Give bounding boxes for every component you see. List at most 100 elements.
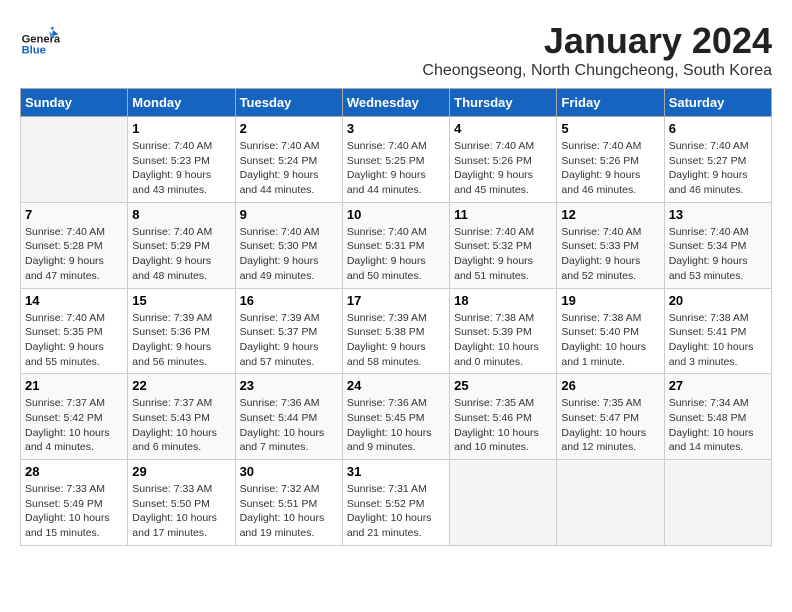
day-info: Sunrise: 7:38 AM Sunset: 5:39 PM Dayligh… (454, 311, 552, 370)
day-number: 12 (561, 207, 659, 222)
day-info: Sunrise: 7:39 AM Sunset: 5:37 PM Dayligh… (240, 311, 338, 370)
day-number: 18 (454, 293, 552, 308)
day-header-sunday: Sunday (21, 89, 128, 117)
logo: General Blue (20, 20, 60, 60)
calendar-cell: 26Sunrise: 7:35 AM Sunset: 5:47 PM Dayli… (557, 374, 664, 460)
day-info: Sunrise: 7:40 AM Sunset: 5:33 PM Dayligh… (561, 225, 659, 284)
day-number: 16 (240, 293, 338, 308)
day-header-thursday: Thursday (450, 89, 557, 117)
calendar-cell (664, 460, 771, 546)
calendar-cell: 22 Sunrise: 7:37 AM Sunset: 5:43 PM Dayli… (128, 374, 235, 460)
day-number: 21 (25, 378, 123, 393)
day-info: Sunrise: 7:40 AM Sunset: 5:29 PM Dayligh… (132, 225, 230, 284)
day-number: 4 (454, 121, 552, 136)
calendar-cell: 6Sunrise: 7:40 AM Sunset: 5:27 PM Daylig… (664, 117, 771, 203)
day-number: 20 (669, 293, 767, 308)
calendar-header-row: SundayMondayTuesdayWednesdayThursdayFrid… (21, 89, 772, 117)
day-number: 9 (240, 207, 338, 222)
logo-icon: General Blue (20, 20, 60, 60)
calendar-week-row: 28 Sunrise: 7:33 AM Sunset: 5:49 PM Dayli… (21, 460, 772, 546)
calendar-cell: 7 Sunrise: 7:40 AM Sunset: 5:28 PM Daylig… (21, 202, 128, 288)
day-info: Sunrise: 7:40 AM Sunset: 5:34 PM Dayligh… (669, 225, 767, 284)
day-info: Sunrise: 7:40 AM Sunset: 5:28 PM Dayligh… (25, 225, 123, 284)
svg-text:Blue: Blue (22, 45, 46, 57)
calendar-cell (557, 460, 664, 546)
day-number: 29 (132, 464, 230, 479)
day-info: Sunrise: 7:32 AM Sunset: 5:51 PM Dayligh… (240, 482, 338, 541)
day-info: Sunrise: 7:40 AM Sunset: 5:24 PM Dayligh… (240, 139, 338, 198)
day-info: Sunrise: 7:40 AM Sunset: 5:26 PM Dayligh… (561, 139, 659, 198)
day-number: 28 (25, 464, 123, 479)
calendar-cell: 4Sunrise: 7:40 AM Sunset: 5:26 PM Daylig… (450, 117, 557, 203)
day-number: 7 (25, 207, 123, 222)
calendar-week-row: 14 Sunrise: 7:40 AM Sunset: 5:35 PM Dayli… (21, 288, 772, 374)
day-info: Sunrise: 7:40 AM Sunset: 5:30 PM Dayligh… (240, 225, 338, 284)
calendar-cell: 21 Sunrise: 7:37 AM Sunset: 5:42 PM Dayli… (21, 374, 128, 460)
calendar-cell: 1 Sunrise: 7:40 AM Sunset: 5:23 PM Daylig… (128, 117, 235, 203)
day-info: Sunrise: 7:35 AM Sunset: 5:47 PM Dayligh… (561, 396, 659, 455)
calendar-cell (450, 460, 557, 546)
calendar-cell: 2 Sunrise: 7:40 AM Sunset: 5:24 PM Daylig… (235, 117, 342, 203)
day-info: Sunrise: 7:40 AM Sunset: 5:23 PM Dayligh… (132, 139, 230, 198)
day-info: Sunrise: 7:40 AM Sunset: 5:25 PM Dayligh… (347, 139, 445, 198)
day-info: Sunrise: 7:39 AM Sunset: 5:38 PM Dayligh… (347, 311, 445, 370)
day-number: 19 (561, 293, 659, 308)
day-info: Sunrise: 7:33 AM Sunset: 5:49 PM Dayligh… (25, 482, 123, 541)
calendar-cell (21, 117, 128, 203)
day-header-wednesday: Wednesday (342, 89, 449, 117)
calendar-cell: 10 Sunrise: 7:40 AM Sunset: 5:31 PM Dayli… (342, 202, 449, 288)
month-year-title: January 2024 (422, 20, 772, 62)
calendar-cell: 13 Sunrise: 7:40 AM Sunset: 5:34 PM Dayli… (664, 202, 771, 288)
calendar-cell: 31 Sunrise: 7:31 AM Sunset: 5:52 PM Dayli… (342, 460, 449, 546)
day-header-tuesday: Tuesday (235, 89, 342, 117)
day-number: 25 (454, 378, 552, 393)
day-number: 22 (132, 378, 230, 393)
day-number: 2 (240, 121, 338, 136)
calendar-cell: 12 Sunrise: 7:40 AM Sunset: 5:33 PM Dayli… (557, 202, 664, 288)
calendar-cell: 15Sunrise: 7:39 AM Sunset: 5:36 PM Dayli… (128, 288, 235, 374)
day-number: 10 (347, 207, 445, 222)
day-number: 24 (347, 378, 445, 393)
calendar-cell: 18 Sunrise: 7:38 AM Sunset: 5:39 PM Dayli… (450, 288, 557, 374)
day-number: 3 (347, 121, 445, 136)
calendar-cell: 30 Sunrise: 7:32 AM Sunset: 5:51 PM Dayli… (235, 460, 342, 546)
day-number: 13 (669, 207, 767, 222)
day-info: Sunrise: 7:37 AM Sunset: 5:43 PM Dayligh… (132, 396, 230, 455)
day-info: Sunrise: 7:40 AM Sunset: 5:27 PM Dayligh… (669, 139, 767, 198)
calendar-cell: 9 Sunrise: 7:40 AM Sunset: 5:30 PM Daylig… (235, 202, 342, 288)
day-info: Sunrise: 7:33 AM Sunset: 5:50 PM Dayligh… (132, 482, 230, 541)
day-info: Sunrise: 7:40 AM Sunset: 5:35 PM Dayligh… (25, 311, 123, 370)
calendar-cell: 11 Sunrise: 7:40 AM Sunset: 5:32 PM Dayli… (450, 202, 557, 288)
calendar-cell: 23 Sunrise: 7:36 AM Sunset: 5:44 PM Dayli… (235, 374, 342, 460)
day-number: 11 (454, 207, 552, 222)
day-number: 23 (240, 378, 338, 393)
day-header-monday: Monday (128, 89, 235, 117)
day-number: 1 (132, 121, 230, 136)
calendar-week-row: 21 Sunrise: 7:37 AM Sunset: 5:42 PM Dayli… (21, 374, 772, 460)
day-info: Sunrise: 7:38 AM Sunset: 5:41 PM Dayligh… (669, 311, 767, 370)
day-number: 17 (347, 293, 445, 308)
day-number: 14 (25, 293, 123, 308)
day-info: Sunrise: 7:36 AM Sunset: 5:44 PM Dayligh… (240, 396, 338, 455)
day-info: Sunrise: 7:35 AM Sunset: 5:46 PM Dayligh… (454, 396, 552, 455)
day-number: 31 (347, 464, 445, 479)
calendar-cell: 20 Sunrise: 7:38 AM Sunset: 5:41 PM Dayli… (664, 288, 771, 374)
calendar-cell: 28 Sunrise: 7:33 AM Sunset: 5:49 PM Dayli… (21, 460, 128, 546)
location-subtitle: Cheongseong, North Chungcheong, South Ko… (422, 62, 772, 80)
day-info: Sunrise: 7:31 AM Sunset: 5:52 PM Dayligh… (347, 482, 445, 541)
title-block: January 2024 Cheongseong, North Chungche… (422, 20, 772, 80)
calendar-cell: 16 Sunrise: 7:39 AM Sunset: 5:37 PM Dayli… (235, 288, 342, 374)
day-info: Sunrise: 7:37 AM Sunset: 5:42 PM Dayligh… (25, 396, 123, 455)
calendar-week-row: 1 Sunrise: 7:40 AM Sunset: 5:23 PM Daylig… (21, 117, 772, 203)
day-info: Sunrise: 7:38 AM Sunset: 5:40 PM Dayligh… (561, 311, 659, 370)
day-info: Sunrise: 7:40 AM Sunset: 5:31 PM Dayligh… (347, 225, 445, 284)
calendar-cell: 5Sunrise: 7:40 AM Sunset: 5:26 PM Daylig… (557, 117, 664, 203)
day-number: 30 (240, 464, 338, 479)
day-info: Sunrise: 7:36 AM Sunset: 5:45 PM Dayligh… (347, 396, 445, 455)
calendar-cell: 24 Sunrise: 7:36 AM Sunset: 5:45 PM Dayli… (342, 374, 449, 460)
calendar-cell: 27Sunrise: 7:34 AM Sunset: 5:48 PM Dayli… (664, 374, 771, 460)
day-number: 8 (132, 207, 230, 222)
day-info: Sunrise: 7:40 AM Sunset: 5:32 PM Dayligh… (454, 225, 552, 284)
calendar-cell: 25 Sunrise: 7:35 AM Sunset: 5:46 PM Dayli… (450, 374, 557, 460)
calendar-cell: 14 Sunrise: 7:40 AM Sunset: 5:35 PM Dayli… (21, 288, 128, 374)
